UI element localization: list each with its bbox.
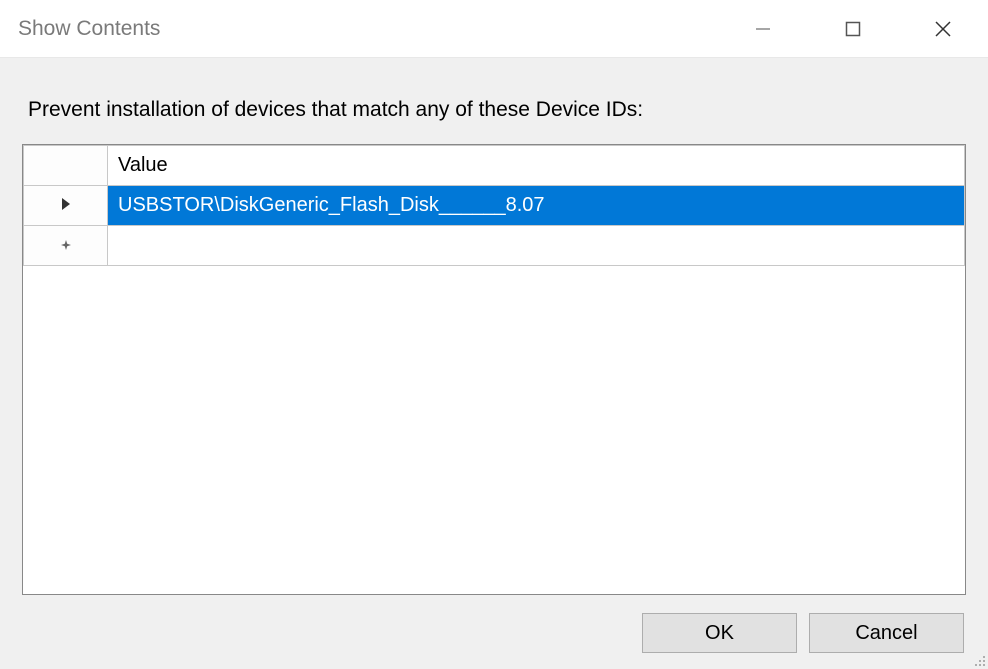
close-icon — [933, 19, 953, 39]
window-controls — [718, 0, 988, 57]
grid-row-header[interactable] — [24, 226, 108, 266]
grid-column-value[interactable]: Value — [108, 146, 965, 186]
dialog-buttons: OK Cancel — [22, 595, 966, 653]
titlebar: Show Contents — [0, 0, 988, 58]
maximize-button[interactable] — [808, 0, 898, 57]
current-row-icon — [59, 194, 73, 217]
window-title: Show Contents — [18, 17, 160, 41]
grid-cell-value[interactable] — [108, 226, 965, 266]
instruction-label: Prevent installation of devices that mat… — [28, 98, 966, 122]
grid-corner-cell — [24, 146, 108, 186]
grid-empty-area — [23, 266, 965, 594]
grid-header-row: Value — [24, 146, 965, 186]
minimize-icon — [754, 20, 772, 38]
ok-button[interactable]: OK — [642, 613, 797, 653]
grid-row[interactable] — [24, 226, 965, 266]
grid-cell-value[interactable]: USBSTOR\DiskGeneric_Flash_Disk______8.07 — [108, 186, 965, 226]
dialog-content: Prevent installation of devices that mat… — [0, 58, 988, 669]
resize-grip[interactable] — [970, 651, 986, 667]
resize-grip-icon — [970, 651, 986, 667]
grid-table: Value USBSTOR\DiskGeneric_Flash_Disk____… — [23, 145, 965, 266]
values-grid[interactable]: Value USBSTOR\DiskGeneric_Flash_Disk____… — [22, 144, 966, 595]
grid-row[interactable]: USBSTOR\DiskGeneric_Flash_Disk______8.07 — [24, 186, 965, 226]
minimize-button[interactable] — [718, 0, 808, 57]
grid-row-header[interactable] — [24, 186, 108, 226]
cancel-button[interactable]: Cancel — [809, 613, 964, 653]
close-button[interactable] — [898, 0, 988, 57]
maximize-icon — [844, 20, 862, 38]
new-row-icon — [60, 234, 72, 257]
